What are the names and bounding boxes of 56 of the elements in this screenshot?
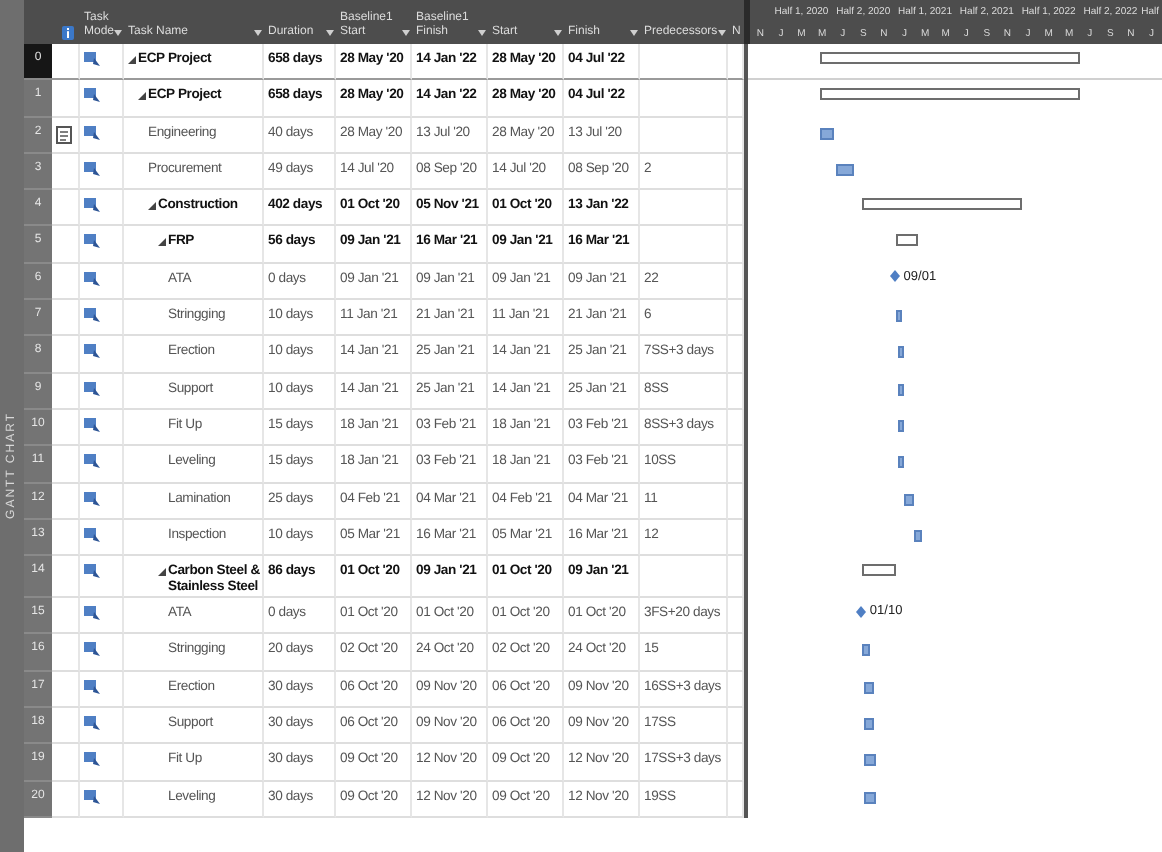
collapse-triangle-icon[interactable]: [128, 56, 136, 64]
task-bar[interactable]: [819, 127, 835, 140]
task-mode-icon: [84, 789, 100, 804]
collapse-triangle-icon[interactable]: [158, 568, 166, 577]
task-mode-icon: [84, 52, 100, 66]
task-mode-icon: [84, 491, 100, 506]
task-bar[interactable]: [835, 163, 854, 176]
task-mode-icon: [84, 271, 100, 286]
task-mode-icon: [84, 198, 100, 213]
summary-bar[interactable]: [819, 88, 1081, 101]
task-mode-icon: [84, 454, 100, 469]
dropdown-arrow-icon[interactable]: [554, 30, 562, 36]
task-bar[interactable]: [864, 754, 876, 767]
task-mode-icon: [84, 308, 100, 323]
task-mode-icon: [84, 752, 100, 767]
task-bar[interactable]: [904, 493, 915, 506]
summary-bar[interactable]: [819, 52, 1081, 64]
task-bar[interactable]: [862, 644, 870, 657]
task-bar[interactable]: [897, 383, 904, 396]
task-bar[interactable]: [863, 681, 875, 694]
dropdown-arrow-icon[interactable]: [114, 30, 122, 36]
collapse-triangle-icon[interactable]: [158, 238, 166, 247]
summary-bar[interactable]: [895, 234, 919, 247]
task-bar[interactable]: [914, 529, 922, 542]
task-mode-icon: [84, 606, 100, 621]
milestone-marker[interactable]: [889, 270, 900, 283]
task-bar[interactable]: [898, 419, 905, 432]
collapse-triangle-icon[interactable]: [138, 92, 146, 101]
task-mode-icon: [84, 161, 100, 176]
task-mode-icon: [84, 125, 100, 140]
task-bar[interactable]: [898, 456, 905, 469]
summary-bar[interactable]: [861, 564, 896, 577]
dropdown-arrow-icon[interactable]: [718, 30, 726, 36]
dropdown-arrow-icon[interactable]: [478, 30, 486, 36]
dropdown-arrow-icon[interactable]: [254, 30, 262, 36]
collapse-triangle-icon[interactable]: [148, 202, 156, 211]
task-mode-icon: [84, 527, 100, 542]
task-bar[interactable]: [896, 310, 903, 323]
task-bar[interactable]: [863, 718, 875, 731]
task-mode-icon: [84, 642, 100, 657]
milestone-marker[interactable]: [855, 605, 866, 618]
task-mode-icon: [84, 234, 100, 249]
dropdown-arrow-icon[interactable]: [402, 30, 410, 36]
task-mode-icon: [84, 344, 100, 359]
task-bar[interactable]: [864, 791, 876, 804]
task-mode-icon: [84, 564, 100, 579]
task-bar[interactable]: [897, 346, 904, 359]
task-mode-icon: [84, 417, 100, 432]
summary-bar[interactable]: [861, 198, 1022, 211]
task-mode-icon: [84, 381, 100, 396]
info-icon: [61, 26, 73, 40]
dropdown-arrow-icon[interactable]: [326, 30, 334, 36]
task-mode-icon: [84, 88, 100, 103]
task-mode-icon: [84, 716, 100, 731]
dropdown-arrow-icon[interactable]: [630, 30, 638, 36]
task-mode-icon: [84, 679, 100, 694]
